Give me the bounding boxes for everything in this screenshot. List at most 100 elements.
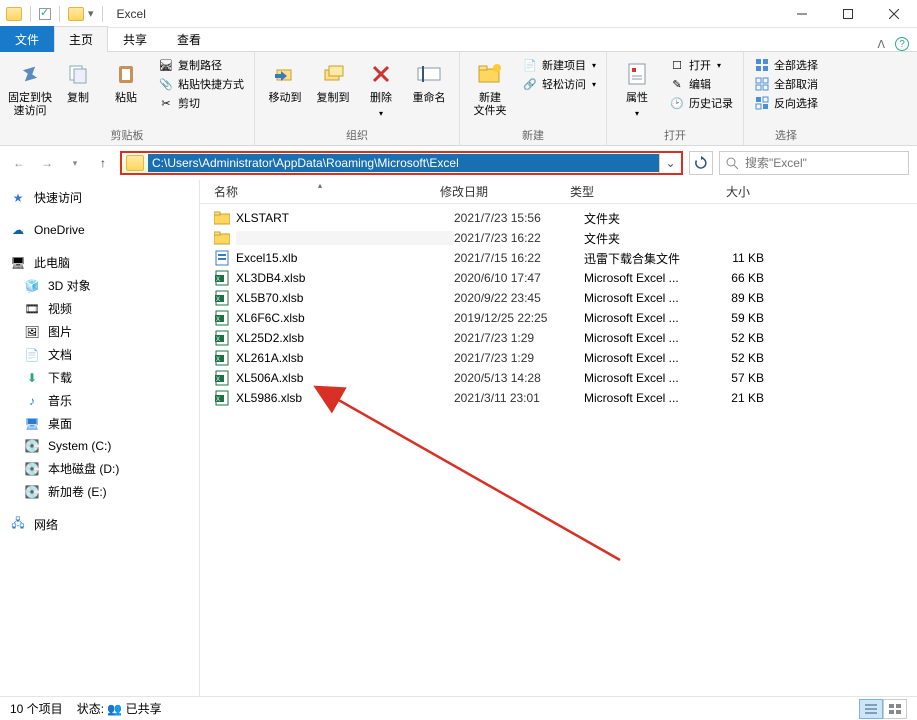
file-name: XL261A.xlsb <box>236 351 454 365</box>
minimize-button[interactable] <box>779 0 825 28</box>
properties-button[interactable]: 属性▾ <box>615 56 659 118</box>
table-row[interactable]: XXL25D2.xlsb2021/7/23 1:29Microsoft Exce… <box>200 328 917 348</box>
forward-button[interactable]: → <box>36 152 58 174</box>
close-button[interactable] <box>871 0 917 28</box>
table-row[interactable]: XLSTART2021/7/23 15:56文件夹 <box>200 208 917 228</box>
excel-file-icon: X <box>214 330 230 346</box>
open-button[interactable]: ☐打开▾ <box>667 56 735 74</box>
invert-selection-button[interactable]: 反向选择 <box>752 94 820 112</box>
column-name[interactable]: ▴名称 <box>200 183 440 200</box>
tab-view[interactable]: 查看 <box>162 26 216 52</box>
file-name <box>236 231 454 245</box>
select-none-button[interactable]: 全部取消 <box>752 75 820 93</box>
copy-path-button[interactable]: 🛤复制路径 <box>156 56 246 74</box>
document-icon: 📄 <box>24 347 40 363</box>
pin-to-quick-access-button[interactable]: 固定到快 速访问 <box>8 56 52 117</box>
table-row[interactable]: XXL3DB4.xlsb2020/6/10 17:47Microsoft Exc… <box>200 268 917 288</box>
group-select: 全部选择 全部取消 反向选择 选择 <box>744 52 828 145</box>
sidebar-item-pictures[interactable]: 🖼图片 <box>0 320 199 343</box>
refresh-button[interactable] <box>689 151 713 175</box>
table-row[interactable]: XXL506A.xlsb2020/5/13 14:28Microsoft Exc… <box>200 368 917 388</box>
copy-button[interactable]: 复制 <box>56 56 100 105</box>
sidebar-item-3d-objects[interactable]: 🧊3D 对象 <box>0 274 199 297</box>
maximize-button[interactable] <box>825 0 871 28</box>
group-label: 组织 <box>263 125 451 143</box>
svg-text:X: X <box>216 377 220 383</box>
help-icon[interactable]: ? <box>895 37 909 51</box>
picture-icon: 🖼 <box>24 324 40 340</box>
recent-locations-button[interactable]: ▾ <box>64 152 86 174</box>
easy-access-button[interactable]: 🔗轻松访问▾ <box>520 75 598 93</box>
sidebar-item-drive-c[interactable]: 💽System (C:) <box>0 435 199 457</box>
group-label: 剪贴板 <box>8 125 246 143</box>
group-organize: 移动到 复制到 删除▾ 重命名 组织 <box>255 52 460 145</box>
group-clipboard: 固定到快 速访问 复制 粘贴 🛤复制路径 📎粘贴快捷方式 ✂剪切 剪贴板 <box>0 52 255 145</box>
tab-share[interactable]: 共享 <box>108 26 162 52</box>
new-folder-button[interactable]: 新建 文件夹 <box>468 56 512 117</box>
up-button[interactable]: ↑ <box>92 152 114 174</box>
history-icon: 🕑 <box>669 95 685 111</box>
paste-icon <box>112 60 140 88</box>
column-size[interactable]: 大小 <box>690 183 760 200</box>
sidebar-item-downloads[interactable]: ⬇下载 <box>0 366 199 389</box>
file-date: 2020/6/10 17:47 <box>454 271 584 285</box>
sidebar-item-videos[interactable]: 🎞视频 <box>0 297 199 320</box>
column-type[interactable]: 类型 <box>570 183 690 200</box>
sidebar-item-music[interactable]: ♪音乐 <box>0 389 199 412</box>
sidebar-item-network[interactable]: 🖧网络 <box>0 513 199 536</box>
excel-file-icon: X <box>214 270 230 286</box>
cut-button[interactable]: ✂剪切 <box>156 94 246 112</box>
tab-file[interactable]: 文件 <box>0 26 54 52</box>
address-dropdown-icon[interactable]: ⌄ <box>659 153 681 173</box>
address-bar[interactable]: ⌄ <box>120 151 683 175</box>
history-button[interactable]: 🕑历史记录 <box>667 94 735 112</box>
table-row[interactable]: Excel15.xlb2021/7/15 16:22迅雷下载合集文件11 KB <box>200 248 917 268</box>
sidebar-item-onedrive[interactable]: ☁OneDrive <box>0 219 199 241</box>
edit-button[interactable]: ✎编辑 <box>667 75 735 93</box>
item-count: 10 个项目 <box>10 700 63 717</box>
qat-dropdown-icon[interactable]: ▾ <box>88 7 94 20</box>
move-to-button[interactable]: 移动到 <box>263 56 307 105</box>
paste-shortcut-button[interactable]: 📎粘贴快捷方式 <box>156 75 246 93</box>
search-box[interactable] <box>719 151 909 175</box>
collapse-ribbon-icon[interactable]: ᐱ <box>877 38 885 51</box>
file-date: 2021/7/15 16:22 <box>454 251 584 265</box>
copy-to-icon <box>319 60 347 88</box>
table-row[interactable]: 2021/7/23 16:22文件夹 <box>200 228 917 248</box>
sidebar-item-documents[interactable]: 📄文档 <box>0 343 199 366</box>
tab-home[interactable]: 主页 <box>54 26 108 52</box>
table-row[interactable]: XXL261A.xlsb2021/7/23 1:29Microsoft Exce… <box>200 348 917 368</box>
file-date: 2021/7/23 1:29 <box>454 351 584 365</box>
cube-icon: 🧊 <box>24 278 40 294</box>
search-input[interactable] <box>745 156 902 170</box>
chevron-down-icon: ▾ <box>379 109 383 118</box>
new-item-button[interactable]: 📄新建项目▾ <box>520 56 598 74</box>
table-row[interactable]: XXL6F6C.xlsb2019/12/25 22:25Microsoft Ex… <box>200 308 917 328</box>
sidebar-item-drive-e[interactable]: 💽新加卷 (E:) <box>0 480 199 503</box>
details-view-button[interactable] <box>859 699 883 719</box>
select-all-button[interactable]: 全部选择 <box>752 56 820 74</box>
delete-button[interactable]: 删除▾ <box>359 56 403 118</box>
sidebar-item-desktop[interactable]: 🖥桌面 <box>0 412 199 435</box>
sidebررراوەlabel -item-drive-d[interactable]: 💽本地磁盘 (D:) <box>0 457 199 480</box>
sidebar-item-this-pc[interactable]: 🖥此电脑 <box>0 251 199 274</box>
address-input[interactable] <box>148 154 659 172</box>
rename-button[interactable]: 重命名 <box>407 56 451 105</box>
file-type: 迅雷下载合集文件 <box>584 250 704 267</box>
column-date[interactable]: 修改日期 <box>440 183 570 200</box>
path-icon: 🛤 <box>158 57 174 73</box>
sidebar-item-quick-access[interactable]: ★快速访问 <box>0 186 199 209</box>
folder-icon <box>6 7 22 21</box>
table-row[interactable]: XXL5B70.xlsb2020/9/22 23:45Microsoft Exc… <box>200 288 917 308</box>
navigation-pane: ★快速访问 ☁OneDrive 🖥此电脑 🧊3D 对象 🎞视频 🖼图片 📄文档 … <box>0 180 200 696</box>
copy-to-button[interactable]: 复制到 <box>311 56 355 105</box>
checkbox-icon[interactable] <box>39 8 51 20</box>
folder-icon[interactable] <box>68 7 84 21</box>
large-icons-view-button[interactable] <box>883 699 907 719</box>
paste-button[interactable]: 粘贴 <box>104 56 148 105</box>
table-row[interactable]: XXL5986.xlsb2021/3/11 23:01Microsoft Exc… <box>200 388 917 408</box>
back-button[interactable]: ← <box>8 152 30 174</box>
invert-icon <box>754 95 770 111</box>
excel-file-icon: X <box>214 310 230 326</box>
navigation-bar: ← → ▾ ↑ ⌄ <box>0 146 917 180</box>
